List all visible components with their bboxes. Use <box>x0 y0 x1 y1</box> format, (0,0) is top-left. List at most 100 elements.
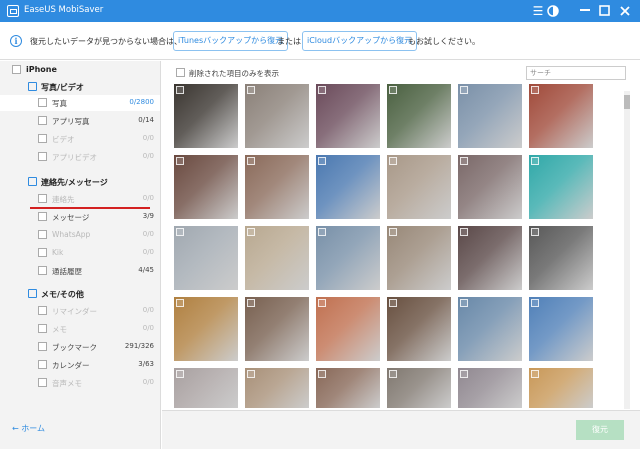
thumbnail-checkbox[interactable] <box>531 299 539 307</box>
thumbnail-checkbox[interactable] <box>176 370 184 378</box>
sidebar-item-reminders[interactable]: リマインダー 0/0 <box>0 303 160 319</box>
grid-scrollbar[interactable] <box>624 91 630 409</box>
sidebar-item-contacts[interactable]: 連絡先 0/0 <box>0 191 160 207</box>
thumbnail-checkbox[interactable] <box>531 157 539 165</box>
thumbnail-checkbox[interactable] <box>389 299 397 307</box>
restore-button[interactable]: 復元 <box>576 420 624 440</box>
checkbox[interactable] <box>38 152 47 161</box>
checkbox[interactable] <box>38 324 47 333</box>
checkbox[interactable] <box>38 266 47 275</box>
checkbox[interactable] <box>38 98 47 107</box>
checkbox[interactable] <box>38 306 47 315</box>
checkbox[interactable] <box>38 360 47 369</box>
thumbnail-checkbox[interactable] <box>460 370 468 378</box>
photo-thumbnail[interactable] <box>245 226 309 290</box>
photo-thumbnail[interactable] <box>245 368 309 408</box>
photo-thumbnail[interactable] <box>529 368 593 408</box>
checkbox[interactable] <box>38 212 47 221</box>
thumbnail-checkbox[interactable] <box>389 228 397 236</box>
photo-thumbnail[interactable] <box>529 155 593 219</box>
photo-thumbnail[interactable] <box>316 84 380 148</box>
thumbnail-checkbox[interactable] <box>460 86 468 94</box>
photo-thumbnail[interactable] <box>174 368 238 408</box>
photo-thumbnail[interactable] <box>458 226 522 290</box>
thumbnail-checkbox[interactable] <box>389 86 397 94</box>
photo-thumbnail[interactable] <box>245 297 309 361</box>
sidebar-item-kik[interactable]: Kik 0/0 <box>0 245 160 261</box>
menu-icon[interactable]: ☰ <box>530 3 546 19</box>
icloud-backup-link[interactable]: iCloudバックアップから復元 <box>302 31 418 51</box>
thumbnail-checkbox[interactable] <box>460 157 468 165</box>
thumbnail-checkbox[interactable] <box>318 157 326 165</box>
photo-thumbnail[interactable] <box>458 155 522 219</box>
sidebar-item-messages[interactable]: メッセージ 3/9 <box>0 209 160 225</box>
sidebar-item-whatsapp[interactable]: WhatsApp 0/0 <box>0 227 160 243</box>
close-icon[interactable] <box>617 3 633 19</box>
thumbnail-checkbox[interactable] <box>318 370 326 378</box>
photo-thumbnail[interactable] <box>245 155 309 219</box>
photo-thumbnail[interactable] <box>458 368 522 408</box>
thumbnail-checkbox[interactable] <box>531 228 539 236</box>
thumbnail-checkbox[interactable] <box>318 299 326 307</box>
photo-thumbnail[interactable] <box>174 155 238 219</box>
show-deleted-checkbox[interactable] <box>176 68 185 77</box>
itunes-backup-link[interactable]: iTunesバックアップから復元 <box>173 31 289 51</box>
thumbnail-checkbox[interactable] <box>389 370 397 378</box>
search-input[interactable] <box>526 66 626 80</box>
checkbox[interactable] <box>38 248 47 257</box>
thumbnail-checkbox[interactable] <box>247 157 255 165</box>
sidebar-item-app-photos[interactable]: アプリ写真 0/14 <box>0 113 160 129</box>
photo-thumbnail[interactable] <box>387 368 451 408</box>
sidebar-item-notes[interactable]: メモ 0/0 <box>0 321 160 337</box>
photo-thumbnail[interactable] <box>245 84 309 148</box>
photo-thumbnail[interactable] <box>529 226 593 290</box>
sidebar-item-app-videos[interactable]: アプリビデオ 0/0 <box>0 149 160 165</box>
checkbox[interactable] <box>38 116 47 125</box>
checkbox[interactable] <box>38 230 47 239</box>
thumbnail-checkbox[interactable] <box>460 228 468 236</box>
thumbnail-checkbox[interactable] <box>460 299 468 307</box>
sidebar-item-call-history[interactable]: 通話履歴 4/45 <box>0 263 160 279</box>
photo-thumbnail[interactable] <box>316 368 380 408</box>
minimize-icon[interactable] <box>577 3 593 19</box>
thumbnail-checkbox[interactable] <box>176 157 184 165</box>
thumbnail-checkbox[interactable] <box>247 299 255 307</box>
photo-thumbnail[interactable] <box>316 155 380 219</box>
photo-thumbnail[interactable] <box>458 84 522 148</box>
thumbnail-checkbox[interactable] <box>247 86 255 94</box>
home-link[interactable]: ← ホーム <box>12 423 45 434</box>
thumbnail-checkbox[interactable] <box>318 86 326 94</box>
photo-thumbnail[interactable] <box>316 226 380 290</box>
scrollbar-thumb[interactable] <box>624 95 630 109</box>
thumbnail-checkbox[interactable] <box>247 370 255 378</box>
thumbnail-checkbox[interactable] <box>247 228 255 236</box>
maximize-icon[interactable] <box>596 3 612 19</box>
photo-thumbnail[interactable] <box>387 226 451 290</box>
thumbnail-checkbox[interactable] <box>318 228 326 236</box>
checkbox[interactable] <box>38 378 47 387</box>
device-checkbox[interactable] <box>12 65 21 74</box>
sidebar-item-videos[interactable]: ビデオ 0/0 <box>0 131 160 147</box>
thumbnail-checkbox[interactable] <box>531 370 539 378</box>
photo-thumbnail[interactable] <box>174 297 238 361</box>
theme-icon[interactable] <box>545 3 561 19</box>
thumbnail-checkbox[interactable] <box>176 299 184 307</box>
photo-thumbnail[interactable] <box>387 155 451 219</box>
photo-thumbnail[interactable] <box>529 84 593 148</box>
thumbnail-checkbox[interactable] <box>176 228 184 236</box>
thumbnail-checkbox[interactable] <box>389 157 397 165</box>
photo-thumbnail[interactable] <box>458 297 522 361</box>
photo-thumbnail[interactable] <box>387 84 451 148</box>
checkbox[interactable] <box>38 342 47 351</box>
sidebar-item-voice-memos[interactable]: 音声メモ 0/0 <box>0 375 160 391</box>
sidebar-item-photos[interactable]: 写真 0/2800 <box>0 95 160 111</box>
sidebar-item-calendar[interactable]: カレンダー 3/63 <box>0 357 160 373</box>
photo-thumbnail[interactable] <box>529 297 593 361</box>
photo-thumbnail[interactable] <box>387 297 451 361</box>
thumbnail-checkbox[interactable] <box>531 86 539 94</box>
photo-thumbnail[interactable] <box>174 226 238 290</box>
photo-thumbnail[interactable] <box>316 297 380 361</box>
sidebar-item-bookmarks[interactable]: ブックマーク 291/326 <box>0 339 160 355</box>
checkbox[interactable] <box>38 134 47 143</box>
photo-thumbnail[interactable] <box>174 84 238 148</box>
